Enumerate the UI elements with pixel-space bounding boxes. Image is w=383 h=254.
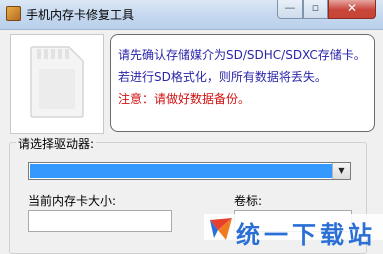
info-message-box: 请先确认存储媒介为SD/SDHC/SDXC存储卡。 若进行SD格式化，则所有数据… [110, 34, 375, 132]
watermark-logo-icon [210, 218, 232, 240]
drive-group-label: 请选择驱动器: [16, 135, 97, 152]
minimize-icon: — [284, 1, 296, 14]
minimize-button[interactable]: — [277, 0, 303, 19]
card-size-field [28, 210, 172, 232]
title-bar: 手机内存卡修复工具 — ▫ ✕ [0, 0, 383, 30]
info-line-2: 若进行SD格式化，则所有数据将丢失。 [118, 70, 327, 84]
sd-card-icon [30, 46, 84, 118]
warning-line: 注意：请做好数据备份。 [118, 92, 251, 106]
volume-label: 卷标: [234, 194, 263, 208]
drive-select[interactable]: ▼ [28, 162, 351, 180]
window-title: 手机内存卡修复工具 [26, 8, 135, 22]
watermark-text: 统一下载站 [236, 221, 376, 249]
close-button[interactable]: ✕ [328, 0, 376, 19]
watermark: 统一下载站 [204, 214, 383, 249]
drive-select-value [30, 164, 332, 178]
card-size-label: 当前内存卡大小: [28, 194, 117, 208]
info-line-1: 请先确认存储媒介为SD/SDHC/SDXC存储卡。 [118, 48, 366, 62]
sd-card-image-panel [10, 34, 104, 134]
app-icon [6, 6, 21, 21]
chevron-down-icon[interactable]: ▼ [332, 163, 350, 179]
maximize-button[interactable]: ▫ [303, 0, 328, 19]
close-icon: ✕ [346, 1, 358, 15]
maximize-icon: ▫ [311, 1, 320, 14]
